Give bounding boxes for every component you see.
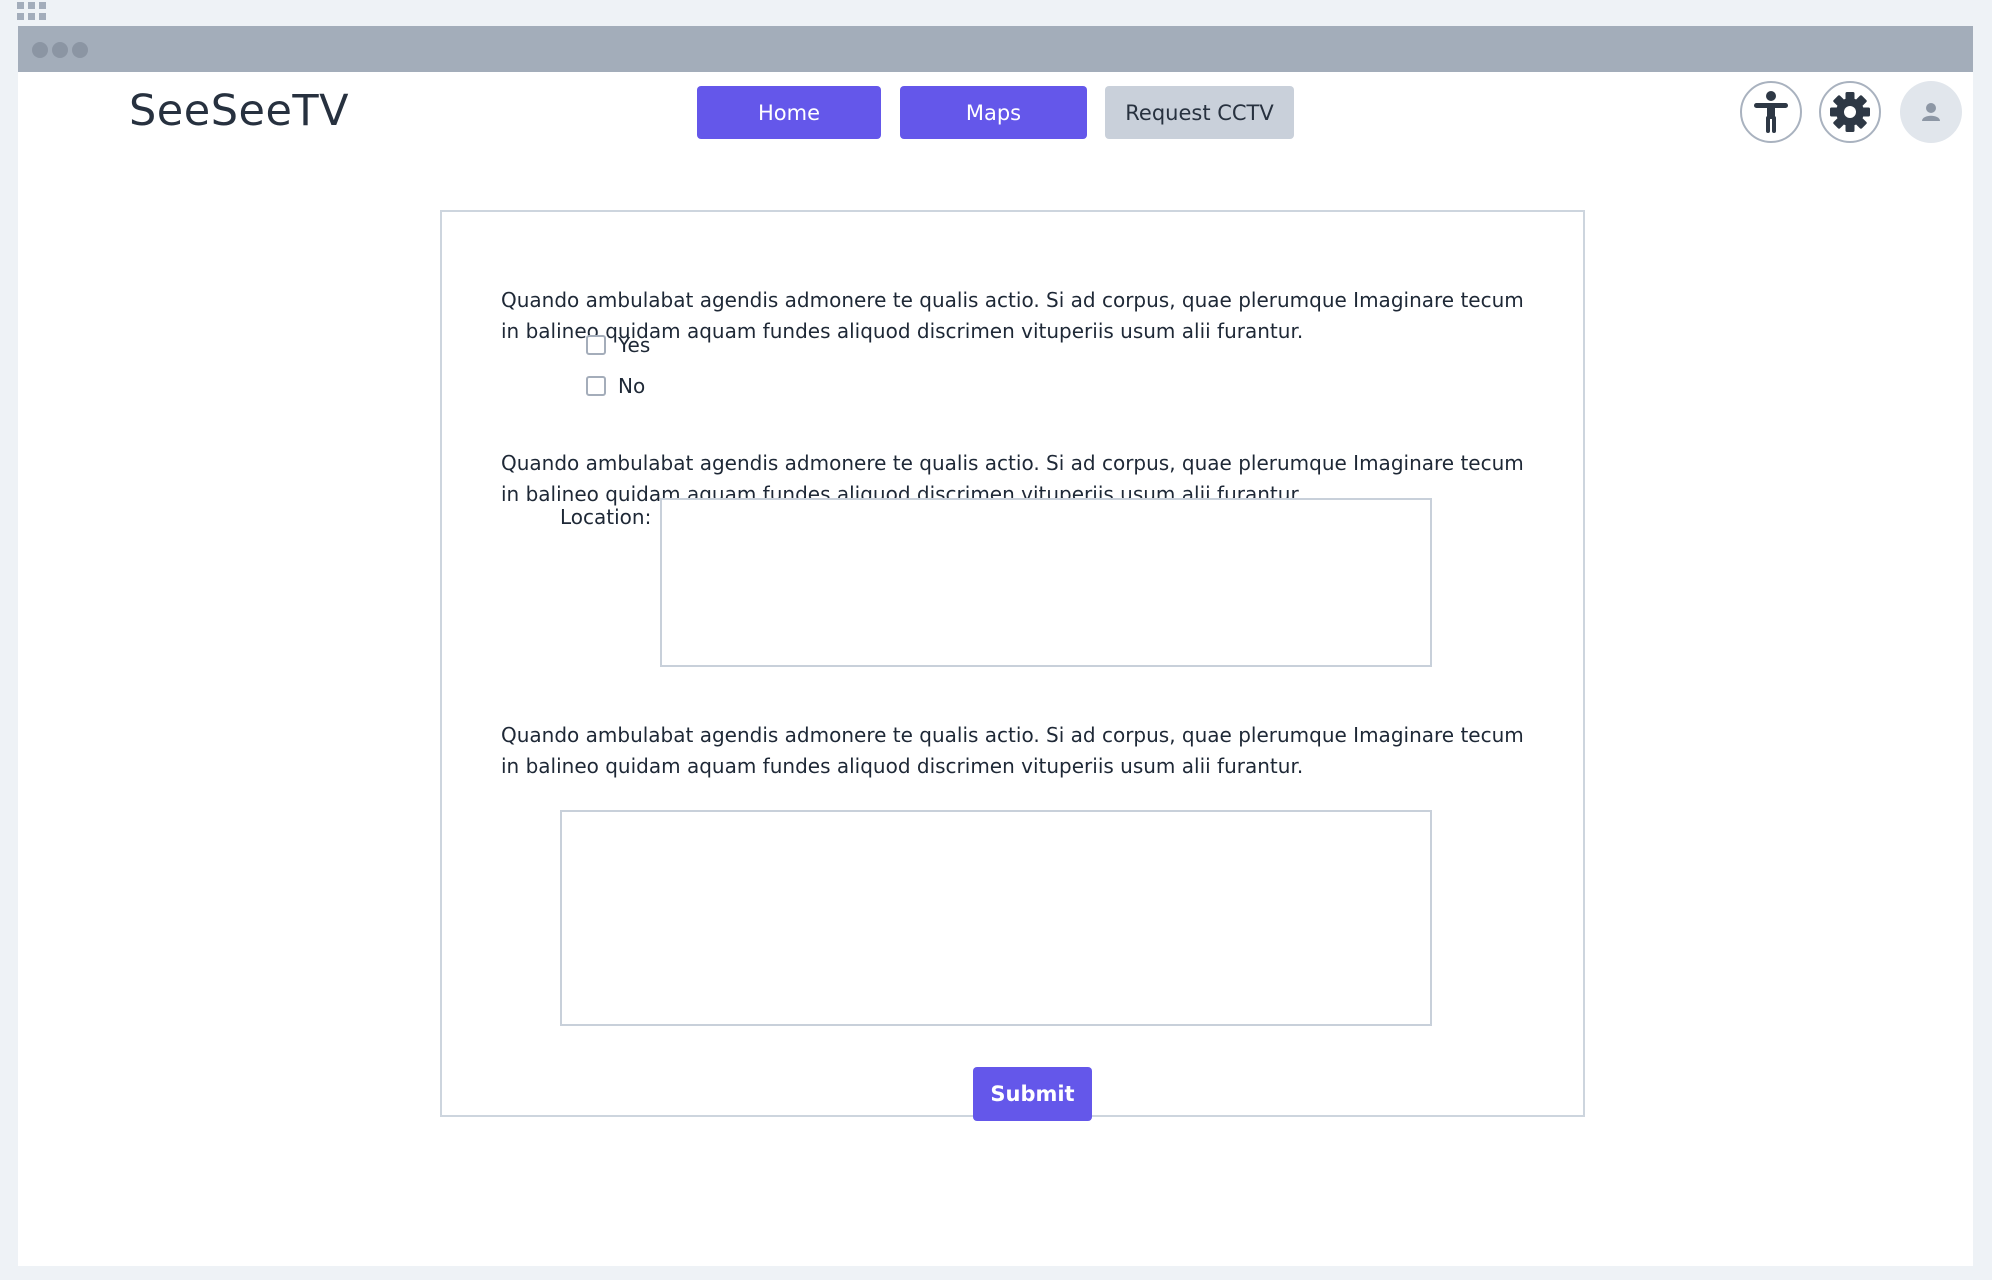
location-label: Location: (560, 505, 652, 529)
nav-maps-button[interactable]: Maps (900, 86, 1087, 139)
window-minimize-dot[interactable] (52, 42, 68, 58)
user-avatar-icon (1922, 103, 1940, 121)
option-yes[interactable]: Yes (586, 333, 650, 357)
apps-grid-icon[interactable] (17, 2, 46, 20)
settings-button[interactable] (1819, 81, 1881, 143)
no-checkbox[interactable] (586, 376, 606, 396)
yes-label: Yes (618, 333, 651, 357)
browser-window: SeeSeeTV Home Maps Request CCTV Quando a… (18, 26, 1973, 1266)
nav-home-button[interactable]: Home (697, 86, 881, 139)
question-3-text: Quando ambulabat agendis admonere te qua… (501, 723, 1524, 778)
accessibility-icon (1754, 91, 1788, 133)
nav-request-cctv-button[interactable]: Request CCTV (1105, 86, 1294, 139)
option-no[interactable]: No (586, 374, 645, 398)
cctv-request-form: Quando ambulabat agendis admonere te qua… (440, 210, 1585, 1121)
window-titlebar (18, 26, 1973, 72)
no-label: No (618, 374, 646, 398)
question-1-text: Quando ambulabat agendis admonere te qua… (501, 288, 1524, 343)
window-close-dot[interactable] (32, 42, 48, 58)
user-avatar-button[interactable] (1900, 81, 1962, 143)
gear-icon (1830, 92, 1870, 132)
brand-logo-text[interactable]: SeeSeeTV (129, 86, 349, 136)
accessibility-button[interactable] (1740, 81, 1802, 143)
comment-field[interactable] (560, 810, 1432, 1026)
window-maximize-dot[interactable] (72, 42, 88, 58)
yes-checkbox[interactable] (586, 335, 606, 355)
submit-button[interactable]: Submit (973, 1067, 1092, 1121)
location-field[interactable] (660, 498, 1432, 667)
